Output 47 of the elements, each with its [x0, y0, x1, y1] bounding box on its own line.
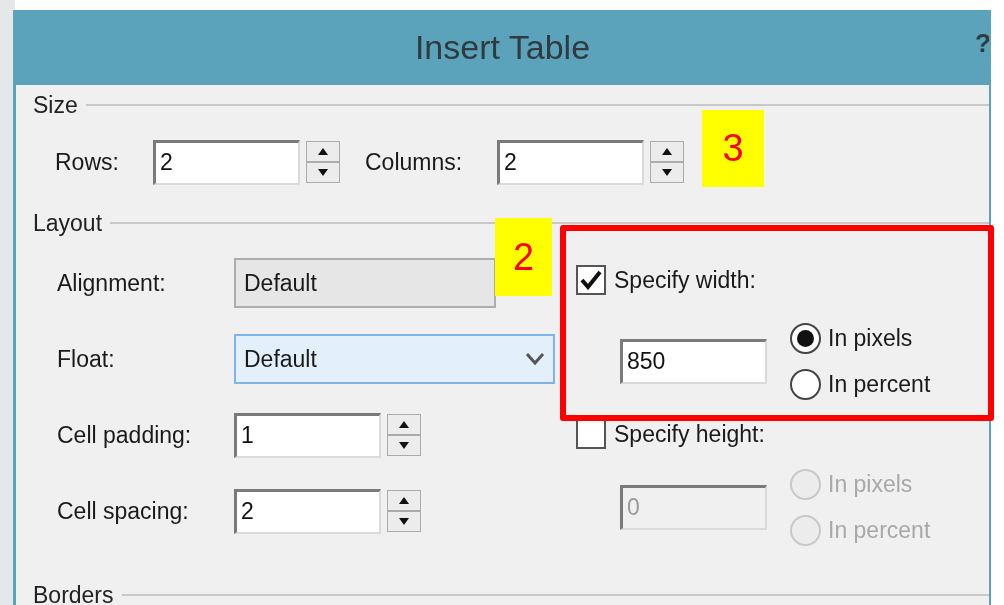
chevron-down-icon	[525, 352, 545, 366]
down-triangle-icon	[397, 516, 411, 527]
up-triangle-icon	[316, 146, 330, 157]
radio-label: In percent	[828, 515, 931, 545]
spin-up-button[interactable]	[650, 141, 684, 162]
field-label: Alignment:	[57, 268, 167, 298]
field-label: Cell padding:	[57, 420, 193, 450]
checkbox-label: Specify height:	[614, 419, 765, 449]
radio-label: In pixels	[828, 469, 913, 499]
spin-up-button[interactable]	[306, 141, 340, 162]
field-label: Cell spacing:	[57, 496, 190, 526]
radio-button[interactable]	[790, 368, 821, 400]
help-button[interactable]: ?	[975, 24, 989, 63]
dropdown[interactable]: Default	[234, 334, 555, 384]
callout-number: 2	[495, 218, 552, 296]
checkbox-label: Specify width:	[614, 265, 756, 295]
checkmark-icon	[580, 270, 602, 290]
callout-number: 3	[702, 110, 764, 187]
text-field[interactable]: 2	[497, 139, 644, 185]
field-label: Rows:	[55, 147, 120, 177]
section-label: Size	[33, 90, 78, 120]
down-triangle-icon	[660, 167, 674, 178]
section-label: Layout	[33, 208, 103, 238]
text-field[interactable]: 2	[234, 488, 381, 534]
text-field[interactable]: 850	[620, 338, 767, 384]
spin-down-button[interactable]	[306, 162, 340, 183]
up-triangle-icon	[660, 146, 674, 157]
spin-down-button[interactable]	[387, 511, 421, 532]
radio-button[interactable]	[790, 322, 821, 354]
spin-up-button[interactable]	[387, 414, 421, 435]
field-label: Columns:	[365, 147, 464, 177]
dropdown[interactable]: Default	[234, 258, 496, 308]
up-triangle-icon	[397, 495, 411, 506]
checkbox[interactable]	[576, 265, 606, 295]
radio-label: In percent	[828, 369, 931, 399]
spin-down-button[interactable]	[650, 162, 684, 183]
text-field[interactable]: 1	[234, 412, 381, 458]
spin-up-button[interactable]	[387, 490, 421, 511]
window-title: Insert Table	[414, 27, 591, 68]
down-triangle-icon	[316, 167, 330, 178]
radio-label: In pixels	[828, 323, 913, 353]
down-triangle-icon	[397, 440, 411, 451]
text-field[interactable]: 2	[153, 139, 300, 185]
spin-down-button[interactable]	[387, 435, 421, 456]
field-label: Float:	[57, 344, 116, 374]
up-triangle-icon	[397, 419, 411, 430]
section-label: Borders	[33, 580, 114, 605]
